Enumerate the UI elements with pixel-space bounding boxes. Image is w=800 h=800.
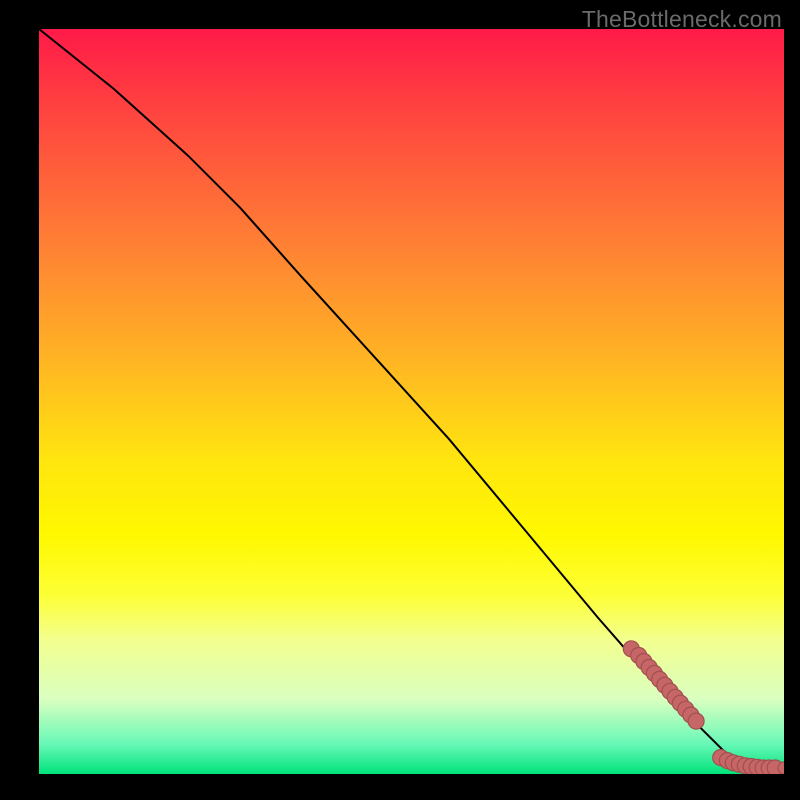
chart-marker	[641, 660, 657, 676]
chart-marker	[731, 756, 747, 772]
chart-marker	[719, 753, 735, 769]
chart-marker	[761, 760, 777, 774]
chart-frame: TheBottleneck.com	[0, 0, 800, 800]
chart-curve	[39, 29, 784, 770]
chart-marker	[678, 701, 694, 717]
watermark-label: TheBottleneck.com	[582, 6, 782, 33]
chart-marker	[657, 677, 673, 693]
chart-marker	[672, 695, 688, 711]
chart-marker	[688, 713, 704, 729]
chart-marker	[652, 671, 668, 687]
chart-marker	[631, 648, 647, 664]
chart-marker	[725, 755, 741, 771]
chart-marker	[755, 760, 771, 774]
chart-marker	[662, 683, 678, 699]
chart-marker	[623, 641, 639, 657]
chart-marker	[767, 760, 783, 774]
chart-marker	[743, 759, 759, 775]
chart-marker	[667, 689, 683, 705]
chart-markers	[623, 641, 784, 774]
chart-marker	[778, 762, 784, 774]
chart-marker	[737, 758, 753, 774]
chart-marker	[683, 707, 699, 723]
chart-marker	[646, 665, 662, 681]
chart-marker	[636, 654, 652, 670]
chart-overlay	[39, 29, 784, 774]
chart-marker	[713, 750, 729, 766]
chart-plot-area	[39, 29, 784, 774]
chart-marker	[749, 759, 765, 774]
